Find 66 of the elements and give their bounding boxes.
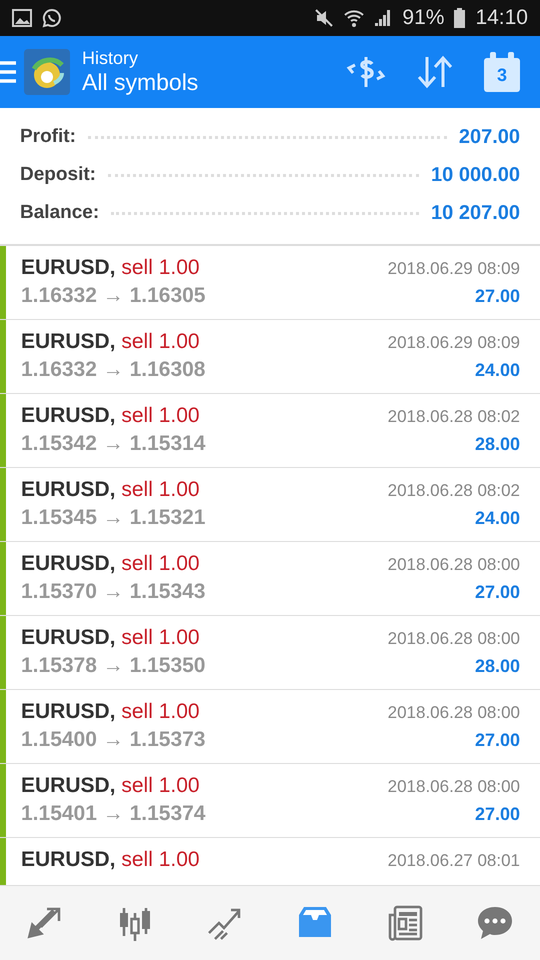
deal-profit: 27.00 — [474, 804, 520, 825]
image-icon — [12, 9, 32, 27]
summary-label: Deposit: — [20, 164, 96, 186]
deal-prices: 1.15400 → 1.15373 — [21, 728, 206, 752]
deal-title: EURUSD, sell 1.00 — [21, 848, 200, 872]
menu-icon[interactable] — [0, 61, 16, 83]
wifi-icon — [344, 8, 364, 28]
deal-title: EURUSD, sell 1.00 — [21, 700, 201, 724]
chat-bubble-icon — [477, 905, 513, 941]
summary-value: 10 207.00 — [431, 202, 520, 224]
deal-profit: 28.00 — [474, 656, 520, 677]
summary-label: Balance: — [20, 202, 100, 224]
deal-row[interactable]: EURUSD, sell 1.00 1.15378 → 1.15350 2018.06.28 08:00 28.00 — [0, 616, 540, 690]
currency-exchange-icon[interactable] — [346, 55, 386, 89]
deal-prices: 1.15342 → 1.15314 — [21, 432, 206, 456]
deal-row[interactable]: EURUSD, sell 1.00 1.15345 → 1.15321 2018.06.28 08:02 24.00 — [0, 468, 540, 542]
deal-title: EURUSD, sell 1.00 — [21, 774, 201, 798]
deal-prices: 1.16332 → 1.16305 — [21, 284, 206, 308]
deal-row[interactable]: EURUSD, sell 1.00 1.15342 → 1.15314 2018.06.28 08:02 28.00 — [0, 394, 540, 468]
double-arrow-icon — [27, 905, 63, 941]
deal-time: 2018.06.28 08:00 — [388, 555, 520, 575]
symbol-filter[interactable]: All symbols — [82, 69, 346, 96]
deal-prices: 1.15370 → 1.15343 — [21, 580, 206, 604]
mute-icon — [314, 8, 334, 28]
deal-time: 2018.06.27 08:01 — [388, 851, 520, 871]
deal-row[interactable]: EURUSD, sell 1.00 1.15401 → 1.15374 2018.06.28 08:00 27.00 — [0, 764, 540, 838]
newspaper-icon — [387, 905, 423, 941]
deal-title: EURUSD, sell 1.00 — [21, 256, 201, 280]
sort-icon[interactable] — [416, 55, 454, 89]
summary-value: 207.00 — [458, 126, 520, 148]
deal-time: 2018.06.29 08:09 — [388, 333, 520, 353]
deal-profit: 24.00 — [474, 508, 520, 529]
deal-title: EURUSD, sell 1.00 — [21, 478, 201, 502]
deal-profit: 24.00 — [474, 360, 520, 381]
candlestick-icon — [117, 905, 153, 941]
deal-title: EURUSD, sell 1.00 — [21, 552, 201, 576]
deal-prices: 1.15378 → 1.15350 — [21, 654, 206, 678]
deal-profit: 27.00 — [474, 582, 520, 603]
deal-time: 2018.06.28 08:02 — [388, 407, 520, 427]
deal-time: 2018.06.28 08:00 — [388, 777, 520, 797]
deal-prices: 1.15345 → 1.15321 — [21, 506, 206, 530]
deal-title: EURUSD, sell 1.00 — [21, 626, 201, 650]
summary-value: 10 000.00 — [431, 164, 520, 186]
deal-row[interactable]: EURUSD, sell 1.00 1.15400 → 1.15373 2018.06.28 08:00 27.00 — [0, 690, 540, 764]
deal-row[interactable]: EURUSD, sell 1.00 1.15370 → 1.15343 2018.06.28 08:00 27.00 — [0, 542, 540, 616]
deal-time: 2018.06.28 08:00 — [388, 629, 520, 649]
deal-time: 2018.06.29 08:09 — [388, 259, 520, 279]
deal-title: EURUSD, sell 1.00 — [21, 404, 201, 428]
app-logo-icon — [24, 49, 70, 95]
chat-bubble-icon — [42, 8, 62, 28]
deal-time: 2018.06.28 08:02 — [388, 481, 520, 501]
battery-icon — [454, 8, 466, 28]
deal-prices: 1.15401 → 1.15374 — [21, 802, 206, 826]
deal-row[interactable]: EURUSD, sell 1.00 1.16332 → 1.16305 2018.06.29 08:09 27.00 — [0, 246, 540, 320]
screen-title: History — [82, 48, 140, 69]
battery-percent: 91% — [402, 6, 444, 30]
summary-label: Profit: — [20, 126, 76, 148]
clock: 14:10 — [475, 6, 528, 30]
deal-title: EURUSD, sell 1.00 — [21, 330, 201, 354]
deal-profit: 28.00 — [474, 434, 520, 455]
deal-profit: 27.00 — [474, 286, 520, 307]
signal-icon — [374, 9, 392, 27]
deal-time: 2018.06.28 08:00 — [388, 703, 520, 723]
deal-row[interactable]: EURUSD, sell 1.00 1.16332 → 1.16308 2018.06.29 08:09 24.00 — [0, 320, 540, 394]
deal-prices: 1.16332 → 1.16308 — [21, 358, 206, 382]
deal-profit: 27.00 — [474, 730, 520, 751]
